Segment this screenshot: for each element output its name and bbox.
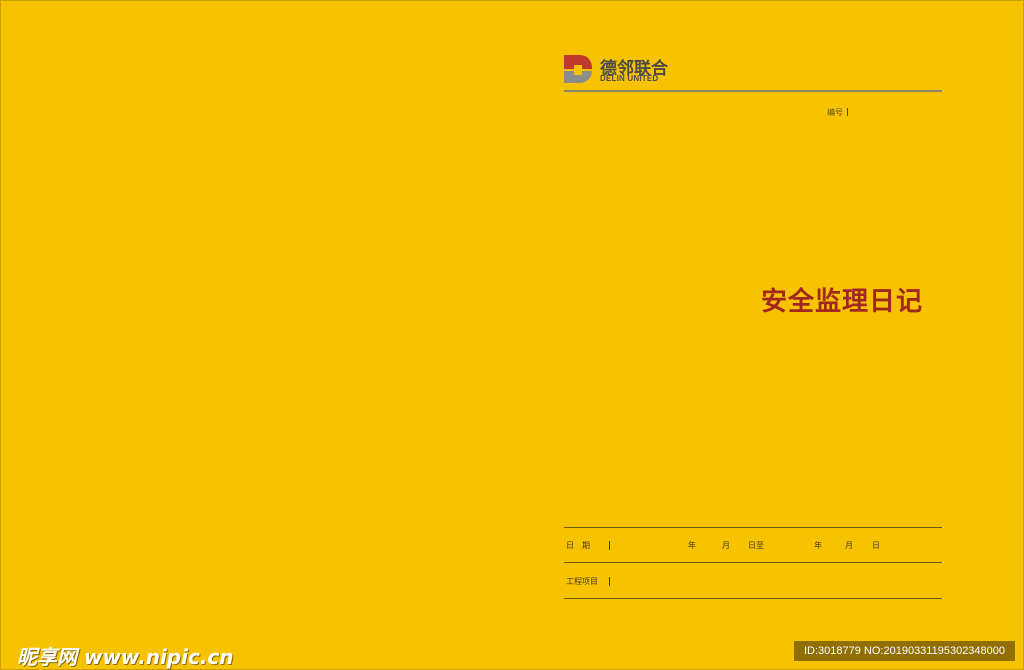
date-year1: 年 <box>688 541 696 550</box>
serial-bar <box>847 108 848 116</box>
watermark-id: ID:3018779 NO:20190331195302348000 <box>794 641 1015 661</box>
form-rule-bottom <box>564 598 942 599</box>
date-day2: 日 <box>872 541 880 550</box>
date-day-to: 日至 <box>748 541 764 550</box>
watermark-left: 昵享网 www.nipic.cn <box>17 645 234 669</box>
date-year2: 年 <box>814 541 822 550</box>
header-divider <box>564 90 942 92</box>
form-rule-middle <box>564 562 942 563</box>
page-title: 安全监理日记 <box>761 287 924 317</box>
date-bar <box>609 541 610 550</box>
form-rule-top <box>564 527 942 528</box>
project-label: 工程项目 <box>566 577 598 586</box>
serial-number-field: 编号 <box>827 107 848 118</box>
brand-name-en: DELIN UNITED <box>600 74 659 83</box>
serial-label: 编号 <box>827 108 843 117</box>
date-label: 日 期 <box>566 541 590 550</box>
date-month1: 月 <box>722 541 730 550</box>
project-bar <box>609 577 610 586</box>
delin-logo-icon <box>564 55 592 83</box>
date-month2: 月 <box>845 541 853 550</box>
cover-page: 德邻联合 DELIN UNITED 编号 安全监理日记 日 期 年 月 日至 年… <box>0 0 1024 670</box>
